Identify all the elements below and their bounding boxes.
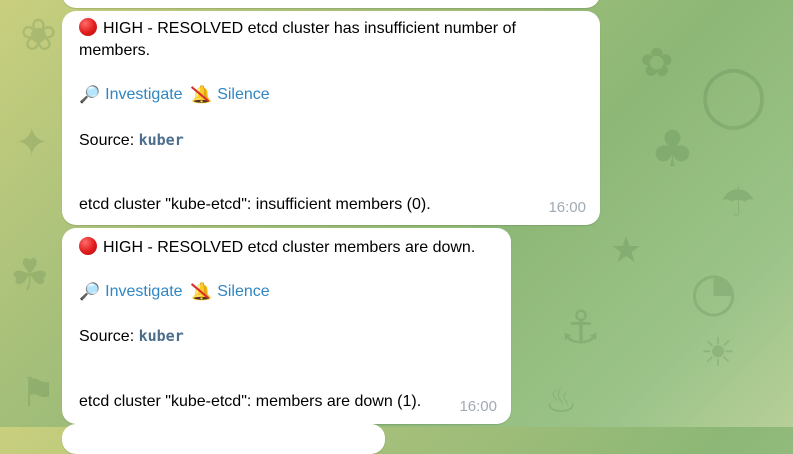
magnifier-icon: 🔎: [79, 85, 101, 105]
magnifier-icon: 🔎: [79, 282, 101, 302]
alert-source: Source: kuber: [79, 327, 184, 345]
alert-description: etcd cluster "kube-etcd": insufficient m…: [79, 196, 431, 213]
alert-actions: 🔎Investigate 🔔 Silence: [79, 281, 270, 303]
source-value[interactable]: kuber: [139, 327, 184, 345]
investigate-link[interactable]: Investigate: [105, 86, 182, 103]
muted-bell-icon: 🔔: [190, 84, 212, 106]
source-value[interactable]: kuber: [139, 131, 184, 149]
alert-actions: 🔎Investigate 🔔 Silence: [79, 84, 270, 106]
alert-title: HIGH - RESOLVED etcd cluster has insuffi…: [79, 18, 516, 59]
message-timestamp: 16:00: [548, 199, 586, 216]
silence-link[interactable]: Silence: [217, 283, 269, 300]
message-bubble: HIGH - RESOLVED etcd cluster members are…: [62, 228, 511, 424]
alert-description: etcd cluster "kube-etcd": members are do…: [79, 393, 422, 410]
muted-bell-icon: 🔔: [190, 281, 212, 303]
message-bubble-next: [62, 424, 385, 454]
investigate-link[interactable]: Investigate: [105, 283, 182, 300]
message-bubble: HIGH - RESOLVED etcd cluster has insuffi…: [62, 11, 600, 225]
alert-source: Source: kuber: [79, 131, 184, 149]
message-timestamp: 16:00: [459, 398, 497, 415]
red-circle-icon: [79, 18, 97, 36]
message-bubble-previous: [62, 0, 600, 8]
red-circle-icon: [79, 237, 97, 255]
alert-title: HIGH - RESOLVED etcd cluster members are…: [79, 237, 475, 259]
silence-link[interactable]: Silence: [217, 86, 269, 103]
